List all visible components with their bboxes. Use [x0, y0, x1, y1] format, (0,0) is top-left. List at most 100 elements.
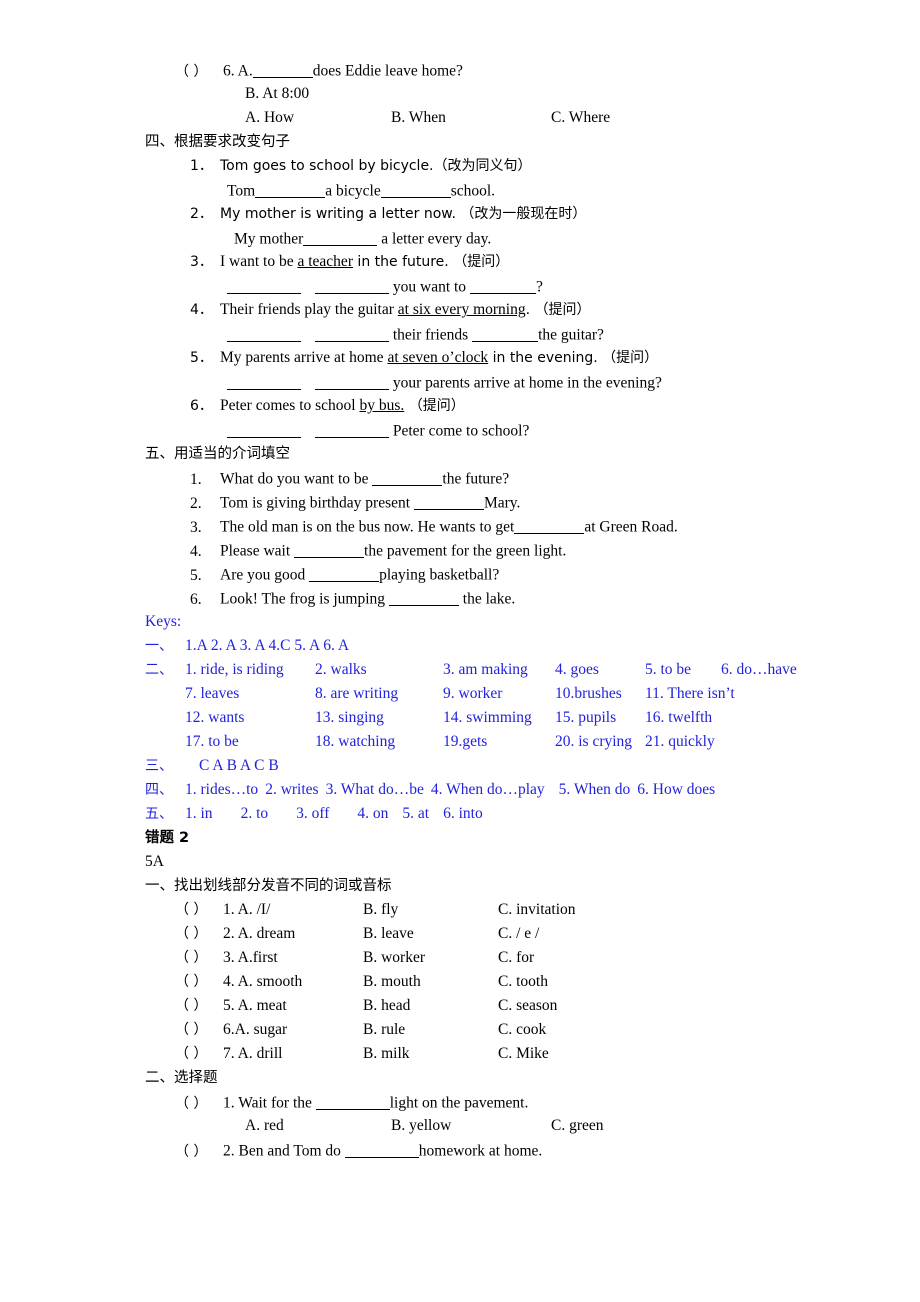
- keys-cell: 11. There isn’t: [645, 685, 735, 702]
- s5-item1: 1. What do you want to be the future?: [145, 470, 875, 494]
- fill-blank: [472, 326, 539, 342]
- p2-s2-q1-options: A. red B. yellow C. green: [145, 1118, 875, 1142]
- fill-blank: [315, 422, 389, 438]
- s4-item4-prompt: 4． Their friends play the guitar at six e…: [145, 302, 875, 326]
- s4-item5-answer: your parents arrive at home in the eveni…: [145, 374, 875, 398]
- fill-blank: [372, 470, 443, 486]
- option-a: A. smooth: [237, 973, 303, 990]
- item-prompt: My mother is writing a letter now. （改为一般…: [220, 206, 587, 222]
- option-b: B. worker: [363, 949, 425, 966]
- item-pre: Look! The frog is jumping: [220, 590, 389, 608]
- keys-group-mark: 二、: [145, 662, 173, 678]
- phonetics-row-a: 7. A. drill: [223, 1046, 363, 1062]
- item-post: Mary.: [483, 494, 521, 512]
- item-number: 2.: [223, 1142, 235, 1160]
- option-b: B. milk: [363, 1045, 410, 1062]
- fill-blank: [227, 278, 301, 294]
- phonetics-row-a: 5. A. meat: [223, 998, 363, 1014]
- s5-item5: 5. Are you good playing basketball?: [145, 566, 875, 590]
- prompt-pre: Peter comes to school: [220, 397, 360, 414]
- keys-cell: 2. walks: [315, 661, 367, 678]
- keys-cell: 3. am making: [443, 661, 528, 678]
- item-number: 5.: [190, 566, 202, 584]
- item-post: the future?: [442, 470, 510, 488]
- answer-paren: （ ）: [175, 998, 208, 1014]
- answer-post: ?: [535, 278, 543, 296]
- fill-blank: [315, 326, 389, 342]
- keys-cell: 17. to be: [185, 733, 239, 750]
- s4-item1-answer: Tom a bicycle school.: [145, 182, 875, 206]
- answer-post: a letter every day.: [377, 230, 492, 248]
- option-a: A. dream: [237, 925, 296, 942]
- part-two-subtitle-text: 5A: [145, 853, 164, 870]
- q1-pre: Wait for the: [238, 1094, 316, 1112]
- answer-pre: Tom: [227, 182, 256, 200]
- p2-s1-item-5: （ ） 5. A. meat B. head C. season: [145, 998, 875, 1022]
- keys-cell: 3. off: [296, 805, 330, 822]
- part-two-title-text: 错题 2: [145, 830, 190, 846]
- answer-mid: your parents arrive at home in the eveni…: [392, 374, 662, 392]
- item-number: 6．: [190, 398, 213, 414]
- keys-cell: 1. rides…to: [185, 781, 259, 798]
- keys-cell: 12. wants: [185, 709, 245, 726]
- section-four-heading: 四、根据要求改变句子: [145, 134, 875, 158]
- item-number: 7.: [223, 1045, 235, 1062]
- prompt-underline: at six every morning: [397, 301, 526, 318]
- option-c: C. tooth: [498, 973, 548, 990]
- s4-item2-answer: My mother a letter every day.: [145, 230, 875, 254]
- p2-section-one-heading: 一、找出划线部分发音不同的词或音标: [145, 878, 875, 902]
- option-c: C. Mike: [498, 1045, 549, 1062]
- item-number: 4.: [190, 542, 202, 560]
- option-b: B. head: [363, 997, 411, 1014]
- fill-blank: [514, 518, 585, 534]
- answer-mid: their friends: [392, 326, 469, 344]
- p2-s1-item-6: （ ） 6.A. sugar B. rule C. cook: [145, 1022, 875, 1046]
- keys-group-4: 四、 1. rides…to 2. writes 3. What do…be 4. Wh…: [145, 782, 875, 806]
- item-pre: What do you want to be: [220, 470, 373, 488]
- keys-cell: 10.brushes: [555, 685, 622, 702]
- p2-s2-q2: （ ） 2. Ben and Tom do homework at home.: [145, 1142, 875, 1166]
- prompt-post: in the future. （提问）: [352, 254, 510, 270]
- keys-cell: 15. pupils: [555, 709, 617, 726]
- keys-cell: 18. watching: [315, 733, 396, 750]
- keys-cell: 2. writes: [265, 781, 319, 798]
- fill-blank: [388, 590, 459, 606]
- keys-cell: 16. twelfth: [645, 709, 713, 726]
- q1-post: light on the pavement.: [389, 1094, 529, 1112]
- item-pre: Are you good: [220, 566, 310, 584]
- p2-s1-item-2: （ ） 2. A. dream B. leave C. / e /: [145, 926, 875, 950]
- option-a: A. /I/: [237, 901, 271, 918]
- p2-s1-item-1: （ ） 1. A. /I/B. fly C. invitation: [145, 902, 875, 926]
- question-6-options: A. How B. When C. Where: [145, 110, 875, 134]
- item-number: 2．: [190, 206, 213, 222]
- question-6-number: 6. A.: [223, 62, 253, 80]
- keys-group-5: 五、 1. in 2. to 3. off 4. on 5. at 6. into: [145, 806, 875, 830]
- answer-pre: My mother: [234, 230, 304, 248]
- answer-paren: （ ）: [175, 1022, 208, 1038]
- p2-section-two-heading-text: 二、选择题: [145, 1070, 218, 1086]
- keys-cell: 4. goes: [555, 661, 599, 678]
- s4-item6-prompt: 6． Peter comes to school by bus. （提问）: [145, 398, 875, 422]
- prompt-post: （提问）: [404, 398, 465, 414]
- fill-blank: [255, 182, 326, 198]
- s4-item5-prompt: 5． My parents arrive at home at seven o’c…: [145, 350, 875, 374]
- p2-s2-q1: （ ） 1. Wait for the light on the pavement…: [145, 1094, 875, 1118]
- item-number: 1．: [190, 158, 213, 174]
- answer-paren: （ ）: [175, 63, 208, 80]
- p2-section-two-heading: 二、选择题: [145, 1070, 875, 1094]
- document-content: （ ） 6. A. does Eddie leave home? B. At 8:0…: [145, 62, 875, 1166]
- keys-cell: 1. ride, is riding: [185, 661, 284, 678]
- keys-cell: 9. worker: [443, 685, 503, 702]
- phonetics-row-a: 2. A. dream: [223, 926, 363, 942]
- option-a: A. meat: [237, 997, 287, 1014]
- s4-item1-prompt: 1． Tom goes to school by bicycle.（改为同义句）: [145, 158, 875, 182]
- s5-item6: 6. Look! The frog is jumping the lake.: [145, 590, 875, 614]
- keys-cell: 7. leaves: [185, 685, 240, 702]
- fill-blank: [413, 494, 484, 510]
- fill-blank: [315, 1094, 390, 1110]
- item-number: 5.: [223, 997, 235, 1014]
- option-c: C. green: [551, 1117, 604, 1134]
- p2-s1-item-7: （ ） 7. A. drill B. milk C. Mike: [145, 1046, 875, 1070]
- fill-blank: [252, 62, 313, 78]
- keys-cell: 5. at: [402, 805, 430, 822]
